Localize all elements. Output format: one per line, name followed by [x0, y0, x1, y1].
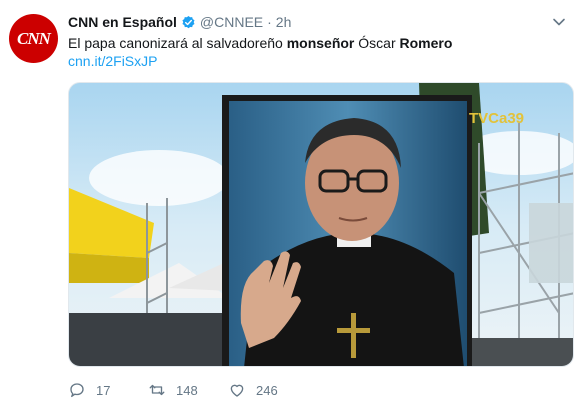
- banner-photo: TVCa39: [69, 83, 573, 366]
- retweet-button[interactable]: 148: [148, 381, 228, 399]
- tweet-link[interactable]: cnn.it/2FiSxJP: [68, 53, 157, 69]
- tweet-header: CNN en Español @CNNEE · 2h: [68, 12, 550, 32]
- tweet-text-bold: Romero: [399, 35, 453, 51]
- chevron-down-icon[interactable]: [552, 15, 566, 29]
- cnn-logo: CNN: [17, 28, 51, 48]
- tweet-image[interactable]: TVCa39: [68, 82, 574, 367]
- author-name[interactable]: CNN en Español: [68, 14, 177, 30]
- retweet-icon: [149, 384, 165, 396]
- verified-badge-icon: [181, 15, 196, 30]
- reply-button[interactable]: 17: [68, 381, 148, 399]
- tweet-actions: 17 148 246: [68, 380, 308, 400]
- tweet-text-part: Óscar: [354, 35, 400, 51]
- like-count: 246: [256, 382, 278, 398]
- tweet-text: El papa canonizará al salvadoreño monseñ…: [68, 34, 452, 52]
- watermark-logo: TVCa39: [469, 110, 524, 127]
- timestamp[interactable]: 2h: [276, 14, 292, 30]
- retweet-count: 148: [176, 382, 198, 398]
- reply-icon: [70, 383, 84, 398]
- like-button[interactable]: 246: [228, 381, 308, 399]
- avatar[interactable]: CNN: [9, 14, 58, 63]
- tweet-card[interactable]: CNN CNN en Español @CNNEE · 2h El papa c…: [0, 0, 580, 403]
- heart-icon: [230, 384, 244, 397]
- reply-count: 17: [96, 382, 111, 398]
- author-handle[interactable]: @CNNEE: [200, 14, 263, 30]
- tweet-text-part: El papa canonizará al salvadoreño: [68, 35, 287, 51]
- separator-dot: ·: [267, 14, 272, 30]
- tweet-text-bold: monseñor: [286, 35, 355, 51]
